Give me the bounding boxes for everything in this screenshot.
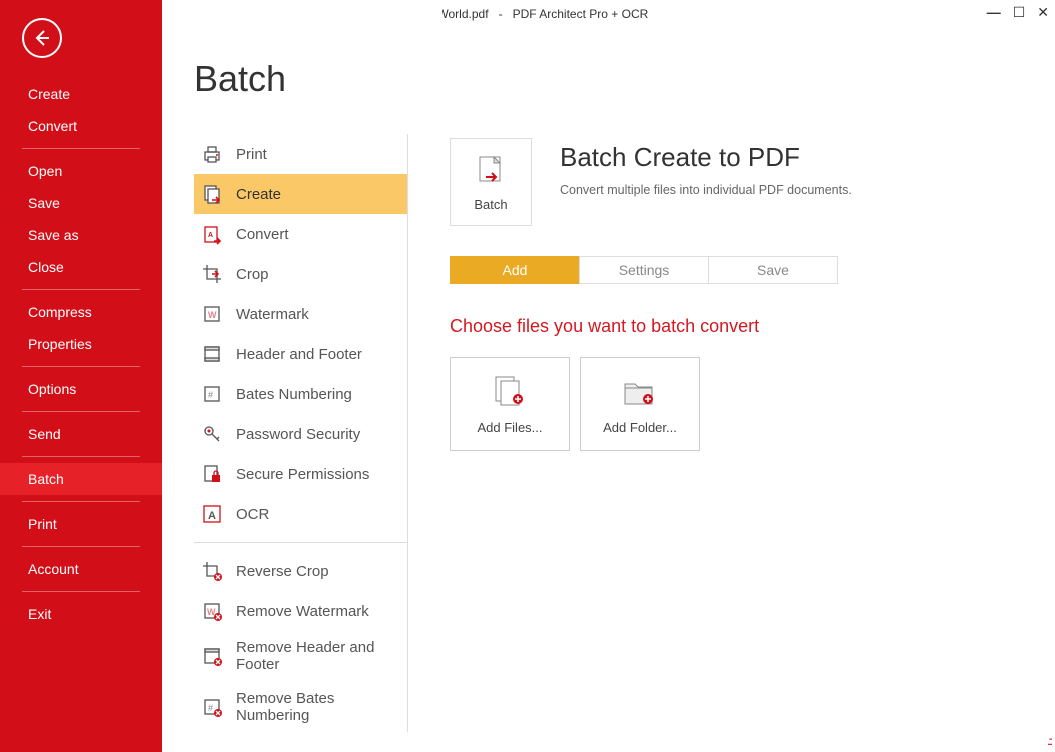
left-item-send[interactable]: Send <box>0 418 162 450</box>
svg-text:#: # <box>208 703 213 713</box>
batch-item-watermark[interactable]: W Watermark <box>194 294 407 334</box>
add-folder-button[interactable]: Add Folder... <box>580 357 700 451</box>
crop-icon <box>200 262 224 286</box>
batch-item-remove-watermark[interactable]: W Remove Watermark <box>194 591 407 631</box>
svg-text:W: W <box>208 310 217 320</box>
svg-text:A: A <box>208 510 216 522</box>
file-menu-sidebar: CreateConvert OpenSaveSave asClose Compres… <box>0 0 162 752</box>
batch-item-label: Bates Numbering <box>236 386 352 403</box>
batch-item-label: Crop <box>236 266 269 283</box>
svg-text:#: # <box>208 390 213 400</box>
svg-text:A: A <box>208 232 213 239</box>
header-footer-icon <box>200 342 224 366</box>
batch-item-crop[interactable]: Crop <box>194 254 407 294</box>
add-folder-icon <box>620 374 660 410</box>
bates-icon: # <box>200 382 224 406</box>
left-separator <box>22 546 140 547</box>
arrow-left-icon <box>32 28 52 48</box>
batch-item-label: OCR <box>236 506 269 523</box>
left-separator <box>22 456 140 457</box>
batch-list: Print Create A Convert Crop W Watermark Header … <box>194 134 408 732</box>
left-separator <box>22 148 140 149</box>
add-files-label: Add Files... <box>477 420 542 435</box>
hero-desc: Convert multiple files into individual P… <box>560 183 852 197</box>
left-item-exit[interactable]: Exit <box>0 598 162 630</box>
create-icon <box>200 182 224 206</box>
batch-item-label: Create <box>236 186 281 203</box>
convert-icon: A <box>200 222 224 246</box>
hero-batch-box[interactable]: Batch <box>450 138 532 226</box>
batch-separator <box>194 542 407 543</box>
add-files-icon <box>490 374 530 410</box>
batch-item-label: Watermark <box>236 306 309 323</box>
batch-item-print[interactable]: Print <box>194 134 407 174</box>
batch-item-convert[interactable]: A Convert <box>194 214 407 254</box>
batch-item-reverse-crop[interactable]: Reverse Crop <box>194 551 407 591</box>
main-panel: Batch Batch Create to PDF Convert multip… <box>442 0 1055 752</box>
batch-item-ocr[interactable]: A OCR <box>194 494 407 534</box>
batch-item-label: Convert <box>236 226 289 243</box>
watermark-icon: W <box>200 302 224 326</box>
left-item-print[interactable]: Print <box>0 508 162 540</box>
ocr-icon: A <box>200 502 224 526</box>
left-item-close[interactable]: Close <box>0 251 162 283</box>
add-files-button[interactable]: Add Files... <box>450 357 570 451</box>
step-tab-settings[interactable]: Settings <box>579 256 709 284</box>
left-separator <box>22 591 140 592</box>
batch-item-label: Print <box>236 146 267 163</box>
hero-title: Batch Create to PDF <box>560 142 852 173</box>
step-tabs: AddSettingsSave <box>450 256 838 284</box>
batch-item-remove-bates-numbering[interactable]: # Remove Bates Numbering <box>194 682 407 733</box>
left-item-save-as[interactable]: Save as <box>0 219 162 251</box>
left-item-account[interactable]: Account <box>0 553 162 585</box>
left-separator <box>22 411 140 412</box>
hero: Batch Batch Create to PDF Convert multip… <box>450 138 1043 226</box>
step-tab-add[interactable]: Add <box>450 256 579 284</box>
remove-header-icon <box>200 644 224 668</box>
left-separator <box>22 366 140 367</box>
remove-watermark-icon: W <box>200 599 224 623</box>
batch-item-create[interactable]: Create <box>194 174 407 214</box>
batch-item-label: Remove Watermark <box>236 603 369 620</box>
batch-item-remove-header-and-footer[interactable]: Remove Header and Footer <box>194 631 407 682</box>
batch-item-label: Secure Permissions <box>236 466 369 483</box>
batch-item-secure-permissions[interactable]: Secure Permissions <box>194 454 407 494</box>
batch-item-label: Remove Header and Footer <box>236 639 397 674</box>
batch-item-label: Reverse Crop <box>236 563 329 580</box>
reverse-crop-icon <box>200 559 224 583</box>
batch-item-header-and-footer[interactable]: Header and Footer <box>194 334 407 374</box>
choose-row: Add Files... Add Folder... <box>450 357 1043 451</box>
step-tab-save[interactable]: Save <box>709 256 838 284</box>
batch-item-label: Header and Footer <box>236 346 362 363</box>
remove-bates-icon: # <box>200 695 224 719</box>
left-item-save[interactable]: Save <box>0 187 162 219</box>
left-item-compress[interactable]: Compress <box>0 296 162 328</box>
secure-icon <box>200 462 224 486</box>
left-item-open[interactable]: Open <box>0 155 162 187</box>
batch-item-bates-numbering[interactable]: # Bates Numbering <box>194 374 407 414</box>
left-separator <box>22 289 140 290</box>
batch-item-password-security[interactable]: Password Security <box>194 414 407 454</box>
back-button[interactable] <box>22 18 62 58</box>
left-item-properties[interactable]: Properties <box>0 328 162 360</box>
left-item-batch[interactable]: Batch <box>0 463 162 495</box>
batch-category-panel: Batch Print Create A Convert Crop W Watermark H… <box>162 0 442 752</box>
left-item-convert[interactable]: Convert <box>0 110 162 142</box>
password-icon <box>200 422 224 446</box>
hero-box-label: Batch <box>474 197 507 212</box>
add-folder-label: Add Folder... <box>603 420 677 435</box>
choose-title: Choose files you want to batch convert <box>450 316 1043 337</box>
left-item-create[interactable]: Create <box>0 78 162 110</box>
left-separator <box>22 501 140 502</box>
batch-document-icon <box>474 153 508 187</box>
resize-grip[interactable]: .:: <box>1047 734 1051 748</box>
print-icon <box>200 142 224 166</box>
batch-item-label: Remove Bates Numbering <box>236 690 397 725</box>
batch-item-label: Password Security <box>236 426 360 443</box>
left-item-options[interactable]: Options <box>0 373 162 405</box>
page-title: Batch <box>194 58 442 100</box>
